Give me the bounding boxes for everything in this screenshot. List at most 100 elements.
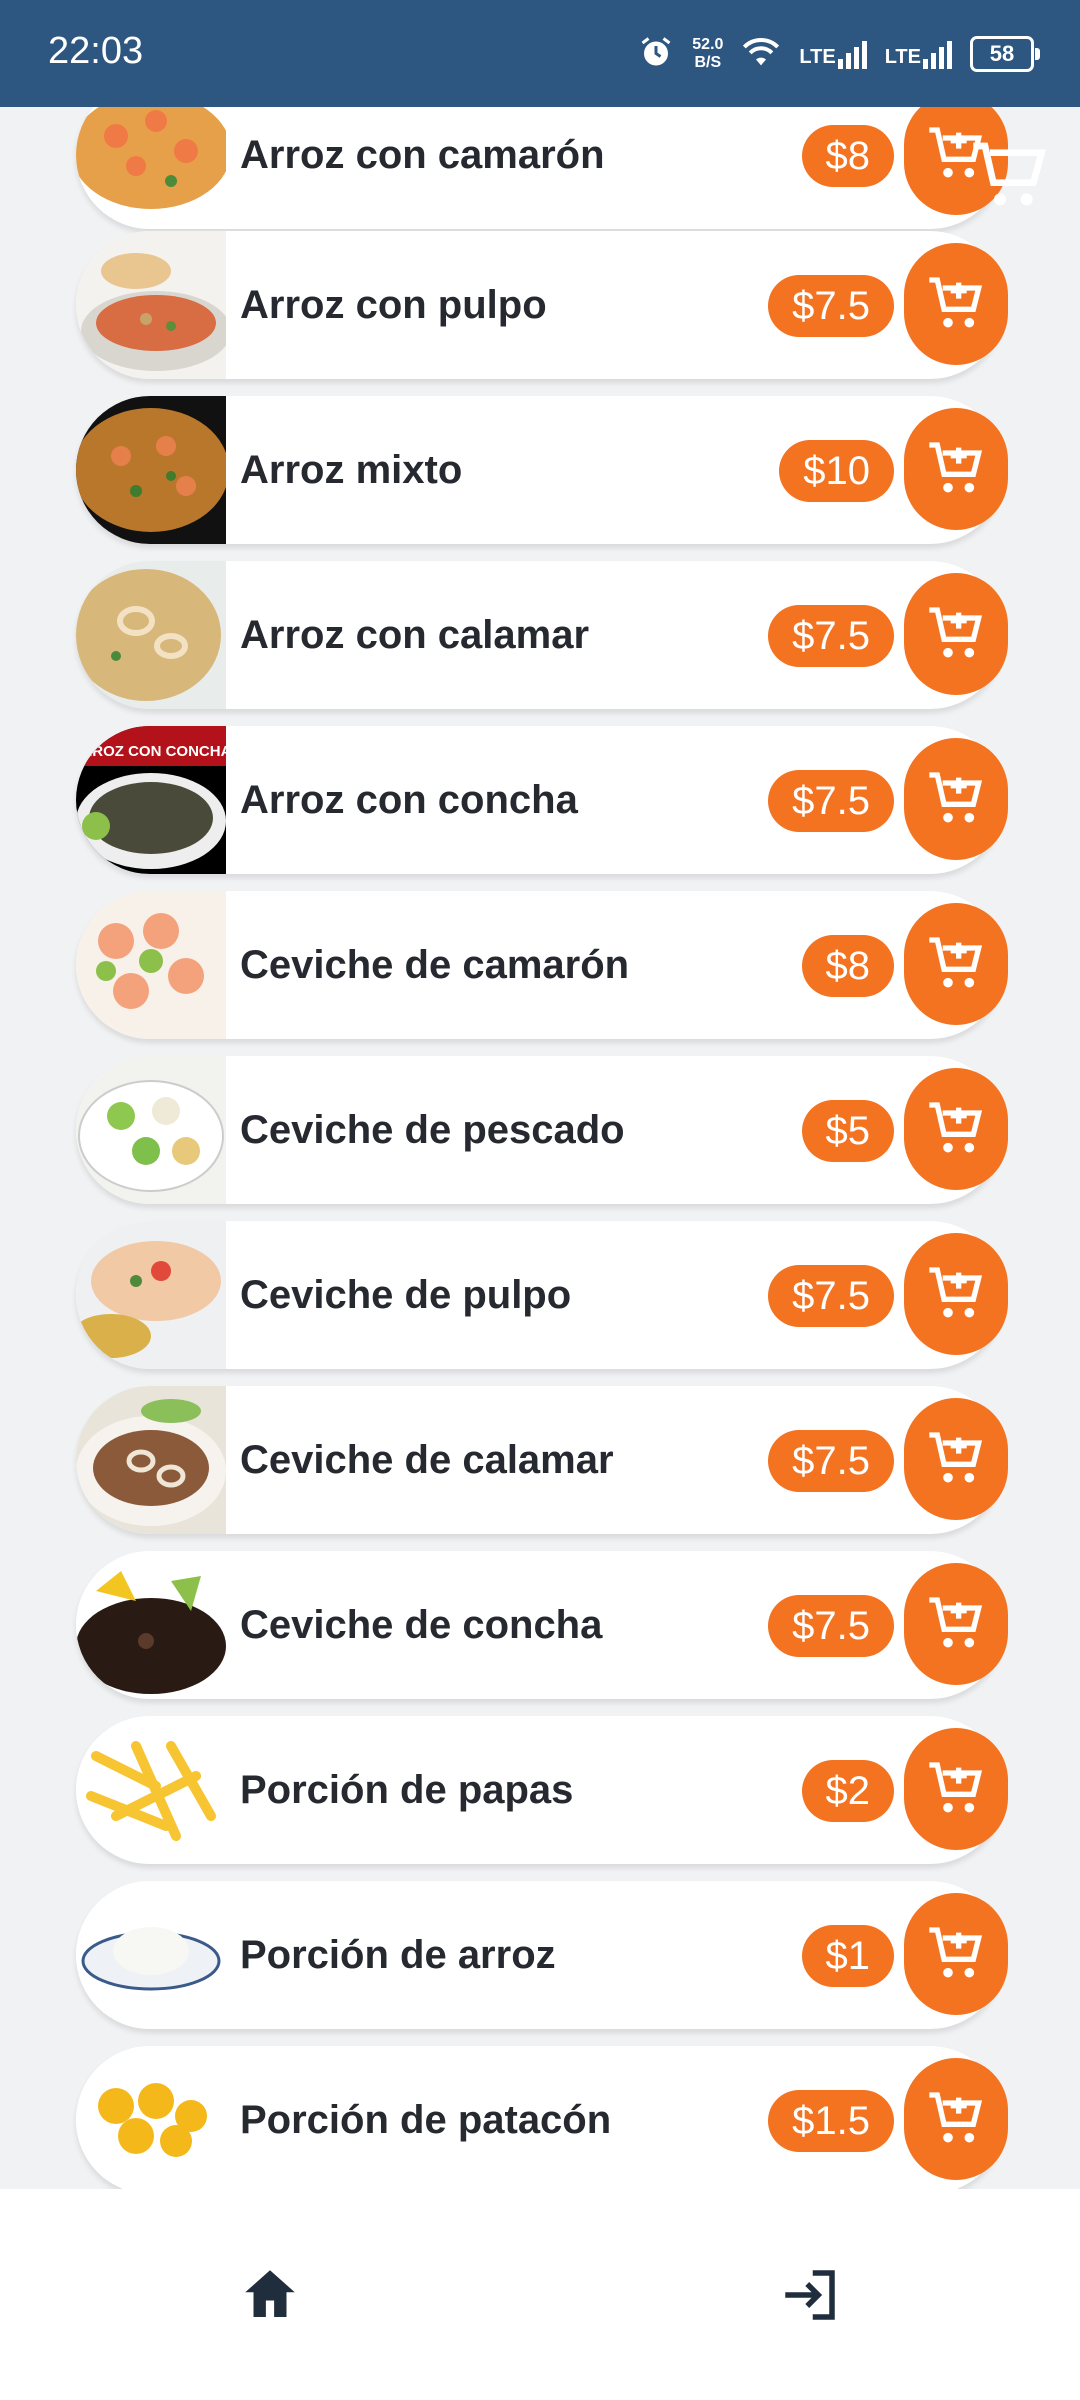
status-bar: 22:03 52.0 B/S LTE LTE 58 — [0, 0, 1080, 107]
signal-2: LTE — [885, 39, 952, 69]
add-to-cart-button[interactable] — [904, 903, 1008, 1025]
list-item[interactable]: Ceviche de calamar $7.5 — [76, 1386, 1008, 1534]
price-badge: $7.5 — [768, 605, 894, 667]
dish-name: Ceviche de calamar — [240, 1438, 614, 1482]
dish-image — [76, 231, 226, 379]
network-speed: 52.0 B/S — [692, 36, 723, 72]
view-cart-button[interactable] — [970, 136, 1050, 216]
list-item[interactable]: ARROZ CON CONCHA Arroz con concha $7.5 — [76, 726, 1008, 874]
dish-name: Arroz mixto — [240, 448, 463, 492]
list-item[interactable]: Arroz con pulpo $7.5 — [76, 231, 1008, 379]
network-speed-unit: B/S — [694, 54, 722, 71]
dish-name: Arroz con calamar — [240, 613, 590, 657]
add-to-cart-button[interactable] — [904, 2058, 1008, 2180]
battery-icon: 58 — [970, 36, 1040, 72]
price-badge: $7.5 — [768, 1265, 894, 1327]
list-item[interactable]: Ceviche de pescado $5 — [76, 1056, 1008, 1204]
price-badge: $7.5 — [768, 275, 894, 337]
price-badge: $8 — [801, 125, 894, 187]
price-badge: $7.5 — [768, 770, 894, 832]
add-to-cart-icon — [929, 937, 983, 988]
dish-image — [76, 1386, 226, 1534]
add-to-cart-icon — [929, 277, 983, 328]
dish-image — [76, 107, 226, 229]
add-to-cart-button[interactable] — [904, 1893, 1008, 2015]
dish-image: ARROZ CON CONCHA — [76, 726, 226, 874]
dish-image — [76, 396, 226, 544]
list-item[interactable]: Porción de patacón $1.5 — [76, 2046, 1008, 2189]
dish-image — [76, 1221, 226, 1369]
list-item[interactable]: Arroz con calamar $7.5 — [76, 561, 1008, 709]
add-to-cart-icon — [929, 1102, 983, 1153]
dish-name: Porción de papas — [240, 1768, 574, 1812]
list-item[interactable]: Ceviche de pulpo $7.5 — [76, 1221, 1008, 1369]
list-item[interactable]: Arroz con camarón $8 — [76, 107, 1008, 229]
dish-image — [76, 1551, 226, 1699]
status-time: 22:03 — [48, 30, 144, 72]
price-badge: $10 — [779, 440, 894, 502]
price-badge: $7.5 — [768, 1595, 894, 1657]
dish-name: Ceviche de pulpo — [240, 1273, 572, 1317]
lte-label-1: LTE — [799, 46, 836, 68]
add-to-cart-button[interactable] — [904, 408, 1008, 530]
add-to-cart-button[interactable] — [904, 1233, 1008, 1355]
dish-image — [76, 1881, 226, 2029]
bottom-navigation — [0, 2189, 1080, 2400]
add-to-cart-icon — [929, 1762, 983, 1813]
lte-label-2: LTE — [884, 46, 921, 68]
price-badge: $8 — [801, 935, 894, 997]
dish-image — [76, 1716, 226, 1864]
signal-icon — [923, 39, 952, 69]
home-icon — [245, 2270, 295, 2317]
dish-name: Ceviche de concha — [240, 1603, 603, 1647]
add-to-cart-button[interactable] — [904, 1398, 1008, 1520]
signal-1: LTE — [799, 39, 867, 69]
add-to-cart-button[interactable] — [904, 243, 1008, 365]
price-badge: $2 — [801, 1760, 894, 1822]
dish-name: Porción de arroz — [240, 1933, 556, 1977]
dish-name: Porción de patacón — [240, 2098, 612, 2142]
dish-name: Ceviche de pescado — [240, 1108, 625, 1152]
signal-icon — [837, 39, 867, 69]
logout-button[interactable] — [760, 2245, 860, 2345]
dish-image — [76, 891, 226, 1039]
add-to-cart-button[interactable] — [904, 1728, 1008, 1850]
add-to-cart-icon — [929, 772, 983, 823]
add-to-cart-button[interactable] — [904, 738, 1008, 860]
price-badge: $5 — [801, 1100, 894, 1162]
add-to-cart-icon — [929, 1267, 983, 1318]
price-badge: $1 — [801, 1925, 894, 1987]
image-caption: ARROZ CON CONCHA — [76, 743, 226, 760]
list-item[interactable]: Ceviche de camarón $8 — [76, 891, 1008, 1039]
list-item[interactable]: Ceviche de concha $7.5 — [76, 1551, 1008, 1699]
add-to-cart-icon — [929, 1927, 983, 1978]
add-to-cart-button[interactable] — [904, 1068, 1008, 1190]
network-speed-value: 52.0 — [692, 36, 724, 53]
price-badge: $1.5 — [768, 2090, 894, 2152]
cart-icon — [973, 142, 1047, 206]
add-to-cart-icon — [929, 607, 983, 658]
add-to-cart-button[interactable] — [904, 1563, 1008, 1685]
list-item[interactable]: Arroz mixto $10 — [76, 396, 1008, 544]
dish-image — [76, 2046, 226, 2189]
wifi-icon — [741, 35, 781, 74]
status-icons: 52.0 B/S LTE LTE 58 — [638, 28, 1040, 80]
add-to-cart-icon — [929, 442, 983, 493]
battery-level: 58 — [989, 41, 1015, 66]
dish-name: Arroz con pulpo — [240, 283, 547, 327]
dish-name: Arroz con camarón — [240, 133, 605, 177]
dish-image — [76, 1056, 226, 1204]
list-item[interactable]: Porción de arroz $1 — [76, 1881, 1008, 2029]
dish-name: Ceviche de camarón — [240, 943, 630, 987]
price-badge: $7.5 — [768, 1430, 894, 1492]
add-to-cart-icon — [929, 1432, 983, 1483]
dish-image — [76, 561, 226, 709]
add-to-cart-icon — [929, 2092, 983, 2143]
logout-icon — [785, 2270, 835, 2320]
menu-list[interactable]: Arroz con camarón $8 Arroz con pulpo $7.… — [0, 107, 1080, 2189]
dish-name: Arroz con concha — [240, 778, 578, 822]
add-to-cart-icon — [929, 1597, 983, 1648]
home-button[interactable] — [220, 2245, 320, 2345]
add-to-cart-button[interactable] — [904, 573, 1008, 695]
list-item[interactable]: Porción de papas $2 — [76, 1716, 1008, 1864]
